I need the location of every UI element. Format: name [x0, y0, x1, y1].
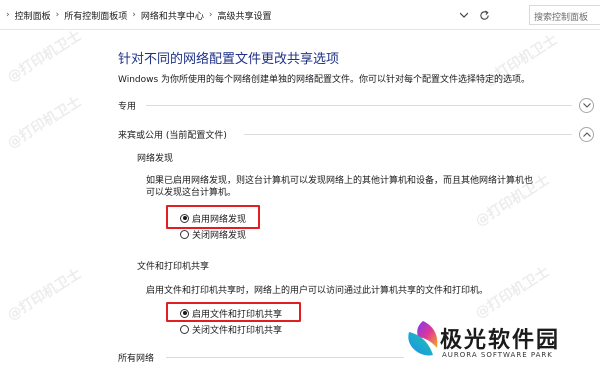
expand-chevron-icon[interactable] — [579, 98, 594, 113]
section-private[interactable]: 专用 — [118, 97, 136, 113]
highlight-box — [166, 302, 301, 322]
network-discovery-description: 如果已启用网络发现，则这台计算机可以发现网络上的其他计算机和设备，而且其他网络计… — [146, 175, 533, 199]
chevron-right-icon: › — [55, 10, 60, 20]
divider — [146, 105, 572, 106]
page-description: Windows 为你所使用的每个网络创建单独的网络配置文件。你可以针对每个配置文… — [118, 75, 531, 85]
breadcrumb-item-network-center[interactable]: 网络和共享中心 — [138, 9, 207, 22]
refresh-icon[interactable] — [476, 6, 492, 24]
radio-disable-network-discovery[interactable]: 关闭网络发现 — [180, 227, 246, 241]
divider — [166, 357, 404, 358]
section-private-label: 专用 — [118, 101, 137, 112]
watermark-text: @打印机卫士 — [4, 93, 85, 152]
radio-unselected-icon[interactable] — [180, 324, 189, 334]
aurora-logo-icon — [408, 321, 438, 356]
address-controls — [456, 6, 492, 24]
watermark-text: @打印机卫士 — [4, 265, 85, 324]
highlight-box — [166, 205, 260, 229]
breadcrumb-item-control-panel[interactable]: 控制面板 — [12, 9, 54, 22]
file-sharing-heading: 文件和打印机共享 — [137, 262, 210, 272]
collapse-chevron-icon[interactable] — [579, 127, 594, 142]
network-discovery-heading: 网络发现 — [137, 154, 174, 164]
page-title: 针对不同的网络配置文件更改共享选项 — [118, 52, 340, 67]
chevron-right-icon: › — [208, 10, 213, 20]
watermark-text: @打印机卫士 — [4, 27, 85, 86]
breadcrumb-item-advanced-sharing[interactable]: 高级共享设置 — [214, 9, 274, 22]
breadcrumb: › 控制面板 › 所有控制面板项 › 网络和共享中心 › 高级共享设置 — [4, 6, 275, 24]
radio-label: 关闭文件和打印机共享 — [192, 325, 283, 336]
file-sharing-description: 启用文件和打印机共享时，网络上的用户可以访问通过此计算机共享的文件和打印机。 — [146, 286, 489, 296]
dropdown-arrow-icon[interactable] — [456, 6, 472, 24]
section-all-label: 所有网络 — [118, 353, 155, 364]
radio-label: 关闭网络发现 — [192, 230, 247, 241]
divider — [244, 134, 572, 135]
chevron-right-icon: › — [132, 10, 136, 20]
search-input[interactable]: 搜索控制面板 — [529, 5, 600, 25]
description-line: 如果已启用网络发现，则这台计算机可以发现网络上的其他计算机和设备，而且其他网络计… — [146, 176, 534, 186]
address-bar: › 控制面板 › 所有控制面板项 › 网络和共享中心 › 高级共享设置 搜索控制… — [0, 0, 600, 30]
section-all-networks[interactable]: 所有网络 — [118, 349, 154, 365]
breadcrumb-item-all-items[interactable]: 所有控制面板项 — [61, 9, 130, 22]
section-guest-label: 来宾或公用 (当前配置文件) — [118, 130, 227, 141]
radio-disable-file-sharing[interactable]: 关闭文件和打印机共享 — [180, 322, 282, 336]
radio-unselected-icon[interactable] — [180, 229, 189, 239]
brand-subtitle: AURORA SOFTWARE PARK — [442, 351, 553, 359]
brand-name: 极光软件园 — [440, 328, 561, 353]
separator-icon: › — [6, 10, 10, 20]
section-guest-public[interactable]: 来宾或公用 (当前配置文件) — [118, 126, 227, 142]
description-line: 可以发现这台计算机。 — [146, 188, 237, 198]
